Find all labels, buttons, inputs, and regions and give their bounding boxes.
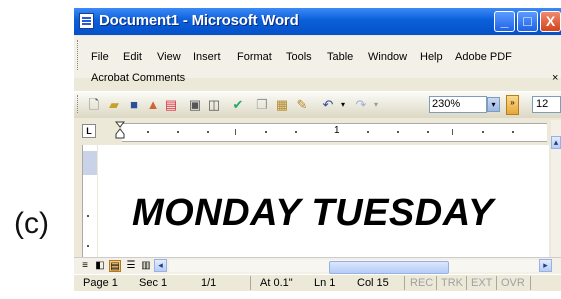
status-section: Sec 1 [139,277,168,289]
zoom-value: 230% [432,98,461,110]
web-layout-icon[interactable]: ◧ [94,260,106,272]
minimize-button[interactable]: _ [494,11,515,32]
research-icon[interactable]: ✔ [231,97,245,112]
new-icon[interactable]: 🗋 [87,97,101,112]
word-window: Document1 - Microsoft Word _ □ X File Ed… [74,8,561,291]
undo-dropdown-icon[interactable]: ▾ [336,97,350,112]
zoom-dropdown-icon[interactable]: ▾ [487,97,500,112]
reading-layout-icon[interactable]: ▥ [140,260,152,272]
normal-view-icon[interactable]: ≡ [79,260,91,272]
permission-icon[interactable]: ▲ [146,97,160,112]
outline-view-icon[interactable]: ☰ [125,260,137,272]
document-text[interactable]: MONDAY TUESDAY [132,192,494,235]
status-page: Page 1 [83,277,118,289]
print-icon[interactable]: ▤ [164,97,178,112]
menu-format[interactable]: Format [237,51,272,63]
vertical-ruler-margin [83,151,97,175]
menu-grip[interactable] [77,40,81,70]
ruler-number: 1 [334,125,340,136]
font-size-field[interactable]: 12 [532,96,561,113]
window-title: Document1 - Microsoft Word [99,12,299,29]
tab-selector[interactable]: L [82,124,96,138]
status-column: Col 15 [357,277,389,289]
menu-window[interactable]: Window [368,51,407,63]
menu-adobe-pdf[interactable]: Adobe PDF [455,51,512,63]
format-painter-icon[interactable]: ✎ [295,97,309,112]
paste-icon[interactable]: ▦ [275,97,289,112]
redo-dropdown-icon[interactable]: ▾ [369,97,383,112]
toolbar-options-icon[interactable]: » [506,95,519,115]
menu-file[interactable]: File [91,51,109,63]
menu-bar: File Edit View Insert Format Tools Table… [74,36,561,84]
maximize-button[interactable]: □ [517,11,538,32]
zoom-field[interactable]: 230% [429,96,487,113]
copy-icon[interactable]: ❐ [255,97,269,112]
close-button[interactable]: X [540,11,561,32]
horizontal-scroll-row: ≡ ◧ ▤ ☰ ▥ ◂ ▸ [74,257,561,274]
vertical-scrollbar[interactable]: ▴ ˅ ± ○ ‡ [551,120,561,257]
menu-view[interactable]: View [157,51,181,63]
status-line: Ln 1 [314,277,336,289]
undo-icon[interactable]: ↶ [321,97,335,112]
redo-icon[interactable]: ↷ [354,97,368,112]
menu-close-document-icon[interactable]: × [552,72,558,84]
ruler-row: L 1 [74,120,561,144]
status-page-count: 1/1 [201,277,217,289]
figure-caption: (c) [14,207,49,240]
menu-table[interactable]: Table [327,51,353,63]
status-at: At 0.1" [260,277,293,289]
menu-acrobat-comments[interactable]: Acrobat Comments [91,72,185,84]
status-ovr[interactable]: OVR [501,277,525,289]
document-page[interactable]: MONDAY TUESDAY [98,145,549,257]
print-layout-icon[interactable]: ▤ [109,260,121,272]
status-bar: Page 1 Sec 1 1/1 At 0.1" Ln 1 Col 15 REC… [74,274,561,291]
menu-edit[interactable]: Edit [123,51,142,63]
scroll-up-icon[interactable]: ▴ [551,136,561,149]
menu-tools[interactable]: Tools [286,51,312,63]
scroll-left-icon[interactable]: ◂ [154,259,167,272]
standard-toolbar: 🗋 ▰ ■ ▲ ▤ ▣ ◫ ✔ ❐ ▦ ✎ ↶ ▾ ↷ ▾ 230% ▾ » 1… [74,91,561,118]
horizontal-scroll-thumb[interactable] [329,261,449,274]
font-size-value: 12 [536,98,549,110]
vertical-ruler[interactable] [82,145,97,257]
indent-marker-icon[interactable] [115,121,125,141]
horizontal-scroll-track[interactable] [169,260,539,274]
menu-help[interactable]: Help [420,51,443,63]
open-icon[interactable]: ▰ [107,97,121,112]
horizontal-ruler[interactable]: 1 [122,123,547,142]
status-rec[interactable]: REC [410,277,433,289]
status-ext[interactable]: EXT [471,277,492,289]
save-icon[interactable]: ■ [127,97,141,112]
scroll-right-icon[interactable]: ▸ [539,259,552,272]
menu-insert[interactable]: Insert [193,51,221,63]
word-document-icon[interactable] [79,13,94,29]
status-trk[interactable]: TRK [441,277,463,289]
title-bar[interactable]: Document1 - Microsoft Word _ □ X [74,8,561,35]
print-preview-icon[interactable]: ▣ [188,97,202,112]
spelling-icon[interactable]: ◫ [207,97,221,112]
toolbar-grip[interactable] [77,95,81,113]
